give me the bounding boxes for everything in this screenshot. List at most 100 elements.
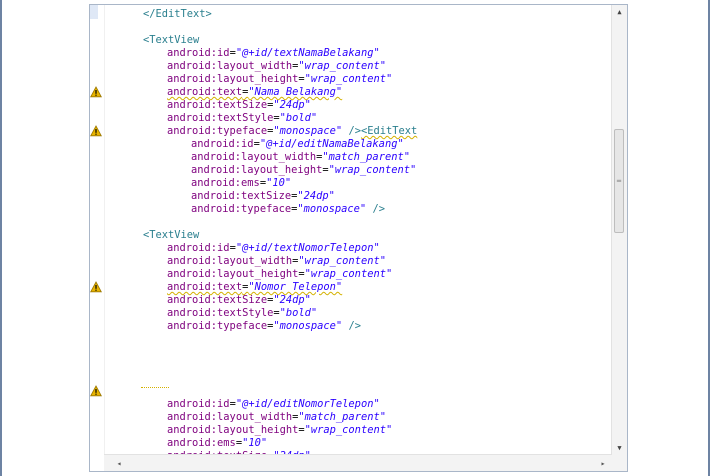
window-left-border (0, 0, 2, 476)
code-token-val: "wrap_content" (328, 164, 417, 176)
code-token-attr: android:layout_height (167, 268, 299, 280)
vertical-scroll-thumb[interactable]: ═ (614, 129, 624, 233)
warning-icon[interactable] (90, 125, 102, 137)
scroll-up-arrow-icon[interactable]: ▲ (612, 5, 627, 19)
code-token-val: "wrap_content" (304, 73, 393, 85)
code-token-attr: android:layout_width (167, 411, 293, 423)
code-token-attr: android:id (167, 398, 230, 410)
code-token-attr: android:textSize (191, 190, 292, 202)
code-token-val: "wrap_content" (304, 268, 393, 280)
code-token-tag: <TextView (143, 229, 200, 241)
code-token-val: "bold" (279, 112, 318, 124)
code-line[interactable]: android:layout_height="wrap_content" (105, 164, 416, 177)
code-line[interactable]: android:id="@+id/editNamaBelakang" (105, 138, 404, 151)
code-token-attr: android:layout_height (167, 424, 299, 436)
code-text-area[interactable]: </EditText> <TextView android:id="@+id/tex… (105, 5, 611, 455)
code-line[interactable]: <TextView (105, 229, 199, 242)
code-line[interactable]: android:layout_width="match_parent" (105, 151, 410, 164)
code-line[interactable]: android:textSize="24dp" (105, 294, 311, 307)
scrollbar-corner (612, 455, 627, 471)
scroll-grip-icon: ═ (616, 177, 622, 185)
code-token-val: "monospace" (273, 125, 343, 137)
code-token-attr: android:id (167, 47, 230, 59)
code-token-tag: <EditText (360, 125, 418, 137)
code-token-tag: <TextView (143, 34, 200, 46)
code-token-attr: android:textSize (167, 99, 268, 111)
code-token-val: "match_parent" (322, 151, 410, 163)
code-line[interactable]: android:ems="10" (105, 177, 291, 190)
code-token-val: "@+id/textNamaBelakang" (235, 47, 380, 59)
code-token-val: "10" (266, 177, 292, 189)
code-token-attr: android:text (167, 281, 243, 293)
code-line[interactable]: android:layout_height="wrap_content" (105, 73, 392, 86)
code-line[interactable]: android:layout_width="wrap_content" (105, 60, 386, 73)
warning-dotted-marker (141, 387, 169, 389)
code-token-attr: android:ems (167, 437, 236, 449)
code-token-val: "Nama Belakang" (248, 86, 343, 98)
code-line[interactable]: android:textSize="24dp" (105, 190, 335, 203)
code-token-attr: android:textStyle (167, 112, 274, 124)
code-line[interactable]: android:ems="10" (105, 437, 267, 450)
warning-icon[interactable] (90, 86, 102, 98)
code-token-val: "Nomor Telepon" (248, 281, 343, 293)
code-token-attr: android:text (167, 86, 243, 98)
code-line[interactable]: android:typeface="monospace" /> (105, 203, 385, 216)
code-token-val: "@+id/editNamaBelakang" (259, 138, 404, 150)
ruler-accent (90, 5, 98, 19)
vertical-scrollbar[interactable]: ▲ ═ ▼ (611, 5, 627, 455)
code-token-val: "match_parent" (298, 411, 386, 423)
code-token-tag: /> (348, 125, 361, 137)
code-line[interactable]: android:textSize="24dp" (105, 99, 311, 112)
code-token-val: "wrap_content" (298, 255, 386, 267)
code-line[interactable]: android:text="Nomor Telepon" (105, 281, 342, 294)
code-line[interactable]: android:typeface="monospace" /> (105, 320, 361, 333)
xml-code-editor[interactable]: </EditText> <TextView android:id="@+id/tex… (89, 4, 628, 472)
scroll-right-arrow-icon[interactable]: ▸ (596, 455, 610, 471)
warning-icon[interactable] (90, 385, 102, 397)
code-line[interactable]: android:textStyle="bold" (105, 307, 317, 320)
code-token-attr: android:layout_width (167, 255, 293, 267)
code-token-tag: /> (348, 320, 361, 332)
code-token-attr: android:typeface (191, 203, 292, 215)
code-token-attr: android:id (191, 138, 254, 150)
code-token-attr: android:textStyle (167, 307, 274, 319)
scroll-down-arrow-icon[interactable]: ▼ (612, 441, 627, 455)
code-token-val: "24dp" (273, 99, 311, 111)
code-token-val: "monospace" (273, 320, 343, 332)
code-token-attr: android:layout_height (167, 73, 299, 85)
code-line[interactable]: android:layout_height="wrap_content" (105, 424, 392, 437)
code-line[interactable]: android:text="Nama Belakang" (105, 86, 342, 99)
code-token-attr: android:layout_width (167, 60, 293, 72)
code-token-val: "@+id/editNomorTelepon" (235, 398, 380, 410)
code-token-val: "bold" (279, 307, 318, 319)
code-token-tag: </EditText> (143, 8, 212, 20)
code-token-attr: android:textSize (167, 294, 268, 306)
code-token-val: "10" (242, 437, 268, 449)
annotation-ruler (90, 5, 105, 471)
code-token-val: "monospace" (297, 203, 367, 215)
code-line[interactable]: android:id="@+id/textNamaBelakang" (105, 47, 380, 60)
code-token-attr: android:ems (191, 177, 260, 189)
code-line[interactable]: android:id="@+id/editNomorTelepon" (105, 398, 380, 411)
code-line[interactable]: </EditText> (105, 8, 212, 21)
warning-icon[interactable] (90, 281, 102, 293)
code-token-attr: android:typeface (167, 320, 268, 332)
code-token-attr: android:id (167, 242, 230, 254)
code-token-val: "@+id/textNomorTelepon" (235, 242, 380, 254)
code-token-val: "24dp" (297, 190, 335, 202)
code-token-val: "wrap_content" (298, 60, 386, 72)
scroll-left-arrow-icon[interactable]: ◂ (112, 455, 126, 471)
code-token-attr: android:layout_height (191, 164, 323, 176)
code-line[interactable]: android:layout_height="wrap_content" (105, 268, 392, 281)
code-line[interactable]: android:typeface="monospace" /><EditText (105, 125, 417, 138)
code-line[interactable]: android:id="@+id/textNomorTelepon" (105, 242, 380, 255)
code-token-tag: /> (372, 203, 385, 215)
horizontal-scrollbar[interactable]: ◂ ▸ (104, 454, 612, 471)
code-line[interactable]: android:layout_width="match_parent" (105, 411, 386, 424)
code-token-attr: android:layout_width (191, 151, 317, 163)
code-token-val: "wrap_content" (304, 424, 393, 436)
code-line[interactable]: android:textStyle="bold" (105, 112, 317, 125)
code-token-attr: android:typeface (167, 125, 268, 137)
code-line[interactable]: <TextView (105, 34, 199, 47)
code-line[interactable]: android:layout_width="wrap_content" (105, 255, 386, 268)
